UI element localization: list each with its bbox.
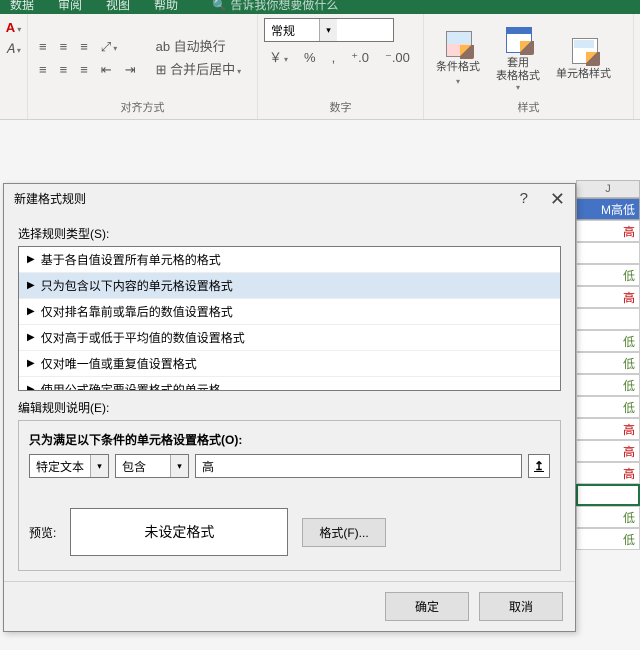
increase-decimal-button[interactable]: ⁺.0 bbox=[346, 48, 374, 67]
decrease-decimal-button[interactable]: ⁻.00 bbox=[380, 48, 415, 67]
preview-label: 预览: bbox=[29, 524, 56, 541]
grid-cell[interactable] bbox=[576, 484, 640, 506]
triangle-icon: ▶ bbox=[27, 254, 35, 265]
number-group: 常规▾ ￥▾ % , ⁺.0 ⁻.00 数字 bbox=[258, 14, 424, 119]
dialog-help-button[interactable]: ? bbox=[520, 190, 528, 207]
cancel-button[interactable]: 取消 bbox=[479, 592, 563, 621]
grid-cell[interactable]: 低 bbox=[576, 528, 640, 550]
condition-heading: 只为满足以下条件的单元格设置格式(O): bbox=[29, 431, 550, 448]
align-bottom-button[interactable]: ≡ bbox=[75, 37, 93, 56]
grid-cell[interactable]: 低 bbox=[576, 396, 640, 418]
dialog-close-button[interactable]: ✕ bbox=[550, 192, 565, 206]
align-right-button[interactable]: ≡ bbox=[75, 60, 93, 79]
ok-button[interactable]: 确定 bbox=[385, 592, 469, 621]
ribbon: A▾ 𝐴▾ ≡ ≡ ≡ ⤢▾ ≡ ≡ ≡ ⇤ ⇥ bbox=[0, 14, 640, 120]
percent-button[interactable]: % bbox=[299, 48, 321, 67]
merge-center-button[interactable]: ⊞ 合并后居中▾ bbox=[151, 60, 247, 79]
number-group-label: 数字 bbox=[264, 97, 417, 117]
grid-cell[interactable]: 低 bbox=[576, 352, 640, 374]
condition-type-combo[interactable]: 特定文本▾ bbox=[29, 454, 109, 478]
grid-cell[interactable]: 高 bbox=[576, 440, 640, 462]
conditional-formatting-button[interactable]: 条件格式▾ bbox=[430, 25, 486, 89]
rule-type-item[interactable]: ▶ 仅对排名靠前或靠后的数值设置格式 bbox=[19, 299, 560, 325]
ribbon-tab-strip: 数据 审阅 视图 帮助 🔍 告诉我你想要做什么 bbox=[0, 0, 640, 14]
alignment-group-label: 对齐方式 bbox=[34, 97, 251, 117]
column-header-j[interactable]: J bbox=[576, 180, 640, 198]
grid-cell[interactable] bbox=[576, 242, 640, 264]
tab-view[interactable]: 视图 bbox=[106, 0, 130, 10]
rule-type-label: 基于各自值设置所有单元格的格式 bbox=[41, 251, 221, 268]
styles-group-label: 样式 bbox=[430, 97, 627, 117]
chevron-down-icon[interactable]: ▾ bbox=[170, 455, 188, 477]
align-center-button[interactable]: ≡ bbox=[55, 60, 73, 79]
triangle-icon: ▶ bbox=[27, 384, 35, 391]
triangle-icon: ▶ bbox=[27, 306, 35, 317]
rule-type-item[interactable]: ▶ 仅对唯一值或重复值设置格式 bbox=[19, 351, 560, 377]
rule-type-item[interactable]: ▶ 基于各自值设置所有单元格的格式 bbox=[19, 247, 560, 273]
edit-rule-description-label: 编辑规则说明(E): bbox=[18, 399, 561, 416]
triangle-icon: ▶ bbox=[27, 332, 35, 343]
rule-type-label: 仅对唯一值或重复值设置格式 bbox=[41, 355, 197, 372]
rule-type-item[interactable]: ▶ 只为包含以下内容的单元格设置格式 bbox=[19, 273, 560, 299]
rule-type-item[interactable]: ▶ 使用公式确定要设置格式的单元格 bbox=[19, 377, 560, 391]
format-button[interactable]: 格式(F)... bbox=[302, 518, 385, 547]
rule-type-list[interactable]: ▶ 基于各自值设置所有单元格的格式 ▶ 只为包含以下内容的单元格设置格式 ▶ 仅对排名靠前… bbox=[18, 246, 561, 391]
rule-type-label: 仅对高于或低于平均值的数值设置格式 bbox=[41, 329, 245, 346]
rule-type-label: 使用公式确定要设置格式的单元格 bbox=[41, 381, 221, 391]
table-column-header[interactable]: M高低 bbox=[576, 198, 640, 220]
dialog-titlebar: 新建格式规则 ? ✕ bbox=[4, 184, 575, 213]
format-preview-box: 未设定格式 bbox=[70, 508, 288, 556]
align-top-button[interactable]: ≡ bbox=[34, 37, 52, 56]
align-middle-button[interactable]: ≡ bbox=[55, 37, 73, 56]
dialog-title: 新建格式规则 bbox=[14, 190, 86, 207]
grid-cell[interactable]: 高 bbox=[576, 418, 640, 440]
align-left-button[interactable]: ≡ bbox=[34, 60, 52, 79]
alignment-group: ≡ ≡ ≡ ⤢▾ ≡ ≡ ≡ ⇤ ⇥ ab 自动换行 ⊞ 合并后居中▾ 对齐方式 bbox=[28, 14, 258, 119]
tab-data[interactable]: 数据 bbox=[10, 0, 34, 10]
condition-operator-combo[interactable]: 包含▾ bbox=[115, 454, 189, 478]
grid-cell[interactable]: 高 bbox=[576, 286, 640, 308]
rule-type-item[interactable]: ▶ 仅对高于或低于平均值的数值设置格式 bbox=[19, 325, 560, 351]
tab-help[interactable]: 帮助 bbox=[154, 0, 178, 10]
chevron-down-icon[interactable]: ▾ bbox=[90, 455, 108, 477]
indent-inc-button[interactable]: ⇥ bbox=[120, 60, 141, 79]
grid-cell[interactable]: 低 bbox=[576, 264, 640, 286]
grid-cell[interactable]: 低 bbox=[576, 330, 640, 352]
worksheet-grid-fragment: J M高低 高低高低低低低高高高低低 bbox=[576, 180, 640, 650]
rule-type-label: 仅对排名靠前或靠后的数值设置格式 bbox=[41, 303, 233, 320]
collapse-dialog-icon: ↥ bbox=[534, 459, 544, 473]
font-underline-button[interactable]: 𝐴▾ bbox=[1, 39, 26, 58]
font-group-partial: A▾ 𝐴▾ bbox=[0, 14, 28, 119]
grid-cell[interactable]: 高 bbox=[576, 462, 640, 484]
styles-group: 条件格式▾ 套用 表格格式 ▾ 单元格样式 样式 bbox=[424, 14, 634, 119]
grid-cell[interactable] bbox=[576, 308, 640, 330]
rule-type-label: 只为包含以下内容的单元格设置格式 bbox=[41, 277, 233, 294]
triangle-icon: ▶ bbox=[27, 280, 35, 291]
grid-cell[interactable]: 低 bbox=[576, 506, 640, 528]
triangle-icon: ▶ bbox=[27, 358, 35, 369]
currency-button[interactable]: ￥▾ bbox=[264, 48, 293, 67]
grid-cell[interactable]: 低 bbox=[576, 374, 640, 396]
cell-styles-button[interactable]: 单元格样式 bbox=[550, 32, 617, 83]
wrap-text-button[interactable]: ab 自动换行 bbox=[151, 37, 247, 56]
dialog-footer: 确定 取消 bbox=[4, 581, 575, 631]
orientation-button[interactable]: ⤢▾ bbox=[96, 37, 122, 56]
format-as-table-button[interactable]: 套用 表格格式 ▾ bbox=[490, 21, 546, 94]
new-formatting-rule-dialog: 新建格式规则 ? ✕ 选择规则类型(S): ▶ 基于各自值设置所有单元格的格式 ▶ 只… bbox=[3, 183, 576, 632]
tab-review[interactable]: 审阅 bbox=[58, 0, 82, 10]
number-format-combo[interactable]: 常规▾ bbox=[264, 18, 394, 42]
font-color-button[interactable]: A▾ bbox=[1, 18, 26, 37]
tell-me-search[interactable]: 🔍 告诉我你想要做什么 bbox=[212, 0, 362, 10]
select-rule-type-label: 选择规则类型(S): bbox=[18, 225, 561, 242]
condition-value-input[interactable]: 高 bbox=[195, 454, 522, 478]
indent-dec-button[interactable]: ⇤ bbox=[96, 60, 117, 79]
range-selector-button[interactable]: ↥ bbox=[528, 454, 550, 478]
grid-cell[interactable]: 高 bbox=[576, 220, 640, 242]
comma-button[interactable]: , bbox=[327, 48, 341, 67]
